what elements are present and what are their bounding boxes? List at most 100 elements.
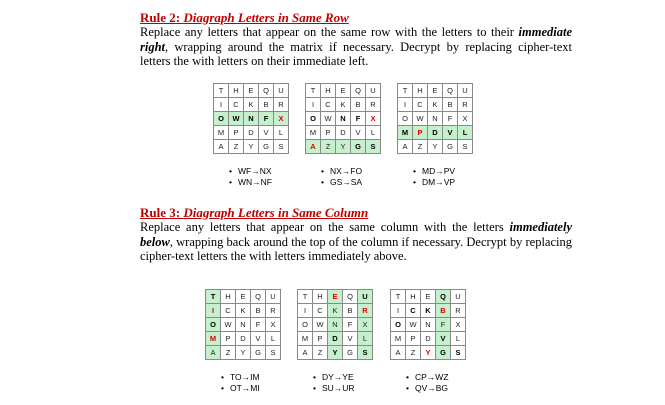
example-item: WF→NX — [229, 166, 272, 177]
grid-row: MPDVL — [397, 125, 473, 140]
grid-cell: Z — [405, 345, 421, 360]
grid-cell: Y — [420, 345, 436, 360]
grid-cell: S — [265, 345, 281, 360]
grid-cell: W — [405, 317, 421, 332]
grid-cell: K — [335, 97, 351, 112]
grid-cell: O — [305, 111, 321, 126]
rule2-section: Rule 2: Diagraph Letters in Same Row Rep… — [140, 10, 572, 69]
grid-row: OWNFX — [213, 111, 289, 126]
grid-cell: F — [350, 111, 366, 126]
grid-cell: T — [297, 289, 313, 304]
rule3-grid-3: THEQUICKBROWNFXMPDVLAZYGS — [390, 289, 466, 360]
grid-cell: Q — [442, 83, 458, 98]
grid-cell: M — [397, 125, 413, 140]
rule3-examples-2: DY→YESU→UR — [313, 372, 355, 394]
grid-cell: F — [435, 317, 451, 332]
grid-row: THEQU — [305, 83, 381, 98]
grid-cell: M — [390, 331, 406, 346]
grid-cell: R — [273, 97, 289, 112]
grid-cell: W — [320, 111, 336, 126]
grid-cell: Q — [258, 83, 274, 98]
grid-cell: A — [397, 139, 413, 154]
grid-cell: U — [357, 289, 373, 304]
grid-cell: O — [390, 317, 406, 332]
grid-row: OWNFX — [205, 317, 281, 332]
grid-cell: G — [442, 139, 458, 154]
grid-cell: L — [457, 125, 473, 140]
grid-cell: E — [335, 83, 351, 98]
grid-cell: C — [320, 97, 336, 112]
grid-cell: R — [450, 303, 466, 318]
grid-cell: L — [273, 125, 289, 140]
grid-cell: W — [312, 317, 328, 332]
example-item: NX→FO — [321, 166, 362, 177]
grid-cell: Y — [327, 345, 343, 360]
grid-cell: H — [220, 289, 236, 304]
example-item: GS→SA — [321, 177, 362, 188]
grid-cell: Y — [235, 345, 251, 360]
grid-cell: T — [305, 83, 321, 98]
example-item: QV→BG — [406, 383, 449, 394]
grid-cell: M — [297, 331, 313, 346]
grid-cell: L — [450, 331, 466, 346]
grid-row: OWNFX — [397, 111, 473, 126]
grid-row: ICKBR — [205, 303, 281, 318]
grid-cell: Y — [335, 139, 351, 154]
grid-cell: N — [335, 111, 351, 126]
grid-cell: C — [220, 303, 236, 318]
grid-row: OWNFX — [305, 111, 381, 126]
grid-cell: A — [205, 345, 221, 360]
grid-cell: V — [442, 125, 458, 140]
grid-cell: W — [228, 111, 244, 126]
grid-row: ICKBR — [390, 303, 466, 318]
grid-row: THEQU — [205, 289, 281, 304]
grid-cell: T — [213, 83, 229, 98]
grid-row: THEQU — [213, 83, 289, 98]
grid-cell: Z — [228, 139, 244, 154]
grid-cell: E — [420, 289, 436, 304]
grid-cell: G — [435, 345, 451, 360]
grid-cell: N — [235, 317, 251, 332]
grid-cell: X — [265, 317, 281, 332]
grid-row: OWNFX — [390, 317, 466, 332]
grid-cell: P — [220, 331, 236, 346]
grid-cell: B — [350, 97, 366, 112]
grid-row: ICKBR — [397, 97, 473, 112]
grid-cell: R — [265, 303, 281, 318]
example-item: DM→VP — [413, 177, 455, 188]
grid-cell: F — [258, 111, 274, 126]
example-item: SU→UR — [313, 383, 355, 394]
grid-row: MPDVL — [390, 331, 466, 346]
rule3-grid-2: THEQUICKBROWNFXMPDVLAZYGS — [297, 289, 373, 360]
grid-row: ICKBR — [297, 303, 373, 318]
grid-cell: X — [450, 317, 466, 332]
grid-cell: H — [405, 289, 421, 304]
grid-row: MPDVL — [297, 331, 373, 346]
grid-cell: K — [420, 303, 436, 318]
grid-cell: A — [297, 345, 313, 360]
grid-cell: X — [273, 111, 289, 126]
rule2-grid-2: THEQUICKBROWNFXMPDVLAZYGS — [305, 83, 381, 154]
grid-cell: I — [297, 303, 313, 318]
grid-cell: S — [273, 139, 289, 154]
grid-cell: Q — [342, 289, 358, 304]
grid-cell: I — [205, 303, 221, 318]
grid-cell: D — [235, 331, 251, 346]
rule2-description: Replace any letters that appear on the s… — [140, 25, 572, 69]
grid-cell: H — [412, 83, 428, 98]
example-item: OT→MI — [221, 383, 260, 394]
grid-row: AZYGS — [297, 345, 373, 360]
grid-cell: P — [228, 125, 244, 140]
grid-cell: Q — [350, 83, 366, 98]
grid-cell: M — [205, 331, 221, 346]
example-item: CP→WZ — [406, 372, 449, 383]
grid-cell: G — [258, 139, 274, 154]
grid-cell: V — [342, 331, 358, 346]
grid-cell: O — [213, 111, 229, 126]
grid-cell: P — [405, 331, 421, 346]
grid-cell: P — [312, 331, 328, 346]
grid-cell: E — [327, 289, 343, 304]
grid-cell: V — [350, 125, 366, 140]
grid-cell: L — [357, 331, 373, 346]
grid-cell: U — [365, 83, 381, 98]
